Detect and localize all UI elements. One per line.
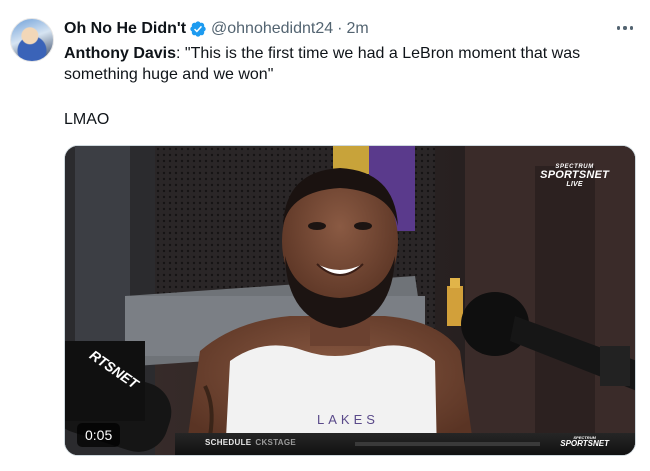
broadcast-ticker: SCHEDULE CKSTAGE SPECTRUM SPORTSNET — [175, 433, 635, 455]
tweet[interactable]: Oh No He Didn't @ohnohedidnt24 · 2m Anth… — [0, 0, 650, 471]
tweet-header: Oh No He Didn't @ohnohedidnt24 · 2m — [64, 19, 630, 39]
avatar[interactable] — [10, 18, 54, 62]
verified-badge-icon[interactable] — [189, 20, 207, 38]
logo-live-text: LIVE — [566, 181, 583, 188]
handle[interactable]: @ohnohedidnt24 — [211, 20, 333, 38]
video-player[interactable]: LAKES RTSNET SPECTRUM SPORTSNET LIVE SCH… — [64, 145, 636, 456]
broadcaster-logo: SPECTRUM SPORTSNET LIVE — [540, 164, 609, 188]
video-frame: LAKES RTSNET — [65, 146, 635, 455]
separator: · — [337, 20, 343, 37]
ticker-text: SCHEDULE CKSTAGE — [205, 438, 297, 447]
display-name[interactable]: Oh No He Didn't — [64, 20, 186, 38]
logo-name-text: SPORTSNET — [540, 169, 609, 181]
ticker-bar — [355, 442, 540, 446]
more-options-icon[interactable] — [614, 18, 636, 38]
reaction-text: LMAO — [64, 111, 110, 128]
ticker-logo: SPECTRUM SPORTSNET — [560, 435, 609, 448]
shirt-text: LAKES — [317, 412, 379, 427]
tweet-text: Anthony Davis: "This is the first time w… — [64, 43, 624, 85]
timestamp-link[interactable]: 2m — [346, 20, 368, 38]
speaker-name: Anthony Davis — [64, 45, 177, 62]
video-timestamp: 0:05 — [77, 423, 121, 447]
